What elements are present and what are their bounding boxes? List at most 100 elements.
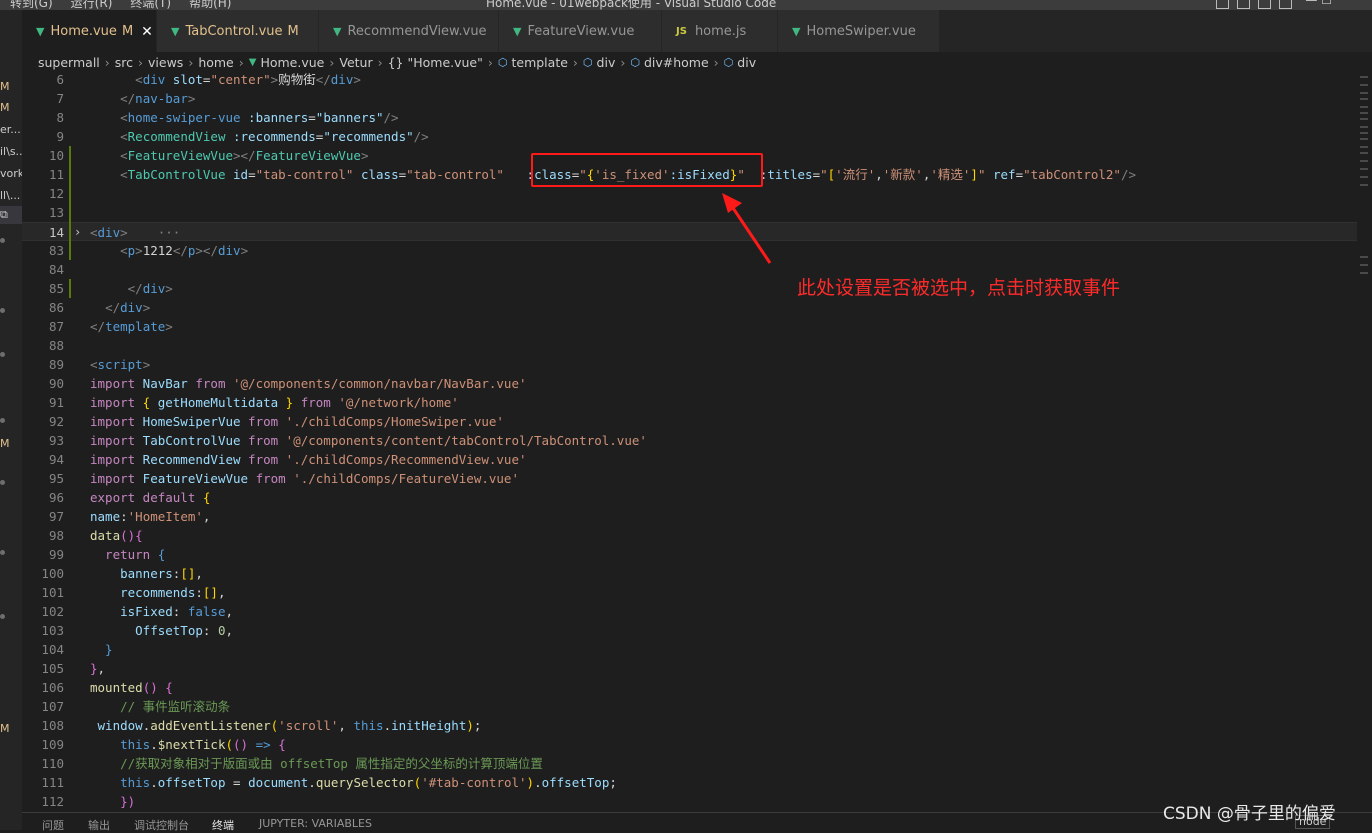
code-line[interactable]: 112 }) bbox=[22, 792, 1357, 811]
code-line[interactable]: 103 OffsetTop: 0, bbox=[22, 621, 1357, 640]
code-line[interactable]: 13 bbox=[22, 203, 1357, 222]
code-line[interactable]: 100 banners:[], bbox=[22, 564, 1357, 583]
line-number: 111 bbox=[41, 775, 64, 790]
breadcrumb-item[interactable]: {} "Home.vue" bbox=[388, 55, 483, 70]
panel-tab-jupyter-variables[interactable]: JUPYTER: VARIABLES bbox=[259, 817, 372, 830]
panel-tab-debug-console[interactable]: 调试控制台 bbox=[134, 817, 189, 833]
explorer-item-fragment[interactable]: M bbox=[0, 80, 10, 93]
code-token: < bbox=[120, 148, 128, 163]
explorer-item-fragment[interactable]: er... bbox=[0, 123, 21, 136]
code-token: :banners bbox=[240, 110, 309, 125]
breadcrumb-item[interactable]: home bbox=[198, 55, 233, 70]
tab-home-vue[interactable]: ▼ Home.vue M ✕ bbox=[22, 10, 157, 52]
code-token: < bbox=[135, 72, 143, 87]
code-line[interactable]: 105}, bbox=[22, 659, 1357, 678]
toggle-sidebar-icon[interactable] bbox=[1216, 0, 1229, 9]
line-number: 87 bbox=[48, 319, 64, 334]
tab-recommendview-vue[interactable]: ▼ RecommendView.vue bbox=[319, 10, 499, 52]
line-number: 11 bbox=[48, 167, 64, 182]
line-number: 86 bbox=[48, 300, 64, 315]
customize-layout-icon[interactable] bbox=[1279, 0, 1292, 9]
tab-homeswiper-vue[interactable]: ▼ HomeSwiper.vue bbox=[778, 10, 940, 52]
code-line[interactable]: 8 <home-swiper-vue :banners="banners"/> bbox=[22, 108, 1357, 127]
menu-help[interactable]: 帮助(H) bbox=[189, 0, 231, 10]
panel-tab-problems[interactable]: 问题 bbox=[42, 817, 64, 833]
close-icon[interactable]: ✕ bbox=[141, 24, 153, 40]
code-token: /> bbox=[1120, 167, 1137, 182]
tab-tabcontrol-vue[interactable]: ▼ TabControl.vue M bbox=[157, 10, 319, 52]
code-line[interactable]: 111 this.offsetTop = document.querySelec… bbox=[22, 773, 1357, 792]
breadcrumb-item[interactable]: div bbox=[597, 55, 616, 70]
explorer-item-fragment[interactable]: M bbox=[0, 101, 10, 114]
tab-featureview-vue[interactable]: ▼ FeatureView.vue bbox=[499, 10, 662, 52]
code-line[interactable]: 87 </template> bbox=[22, 317, 1357, 336]
code-line[interactable]: 93 import TabControlVue from '@/component… bbox=[22, 431, 1357, 450]
code-line[interactable]: 95 import FeatureViewVue from './childCom… bbox=[22, 469, 1357, 488]
code-content: this.$nextTick(() => { bbox=[90, 735, 286, 754]
code-line[interactable]: 83 <p>1212</p></div> bbox=[22, 241, 1357, 260]
code-content: </nav-bar> bbox=[90, 89, 195, 108]
code-token: addEventListener bbox=[150, 718, 271, 733]
code-line[interactable]: 94 import RecommendView from './childComp… bbox=[22, 450, 1357, 469]
code-line[interactable]: 108 window.addEventListener('scroll', th… bbox=[22, 716, 1357, 735]
code-token: mounted bbox=[90, 680, 143, 695]
code-line[interactable]: 96 export default { bbox=[22, 488, 1357, 507]
breadcrumb-item[interactable]: supermall bbox=[38, 55, 100, 70]
code-line[interactable]: 92 import HomeSwiperVue from './childComp… bbox=[22, 412, 1357, 431]
code-content: return { bbox=[90, 545, 165, 564]
menu-terminal[interactable]: 终端(T) bbox=[130, 0, 171, 10]
explorer-item-fragment[interactable]: M bbox=[0, 722, 10, 735]
code-line[interactable]: 7 </nav-bar> bbox=[22, 89, 1357, 108]
panel-tab-output[interactable]: 输出 bbox=[88, 817, 110, 833]
code-line[interactable]: 90 import NavBar from '@/components/commo… bbox=[22, 374, 1357, 393]
code-content: recommends:[], bbox=[90, 583, 225, 602]
code-line[interactable]: 6 <div slot="center">购物街</div> bbox=[22, 72, 1357, 89]
code-line[interactable]: 9 <RecommendView :recommends="recommends… bbox=[22, 127, 1357, 146]
code-token: this bbox=[90, 737, 151, 752]
line-number: 97 bbox=[48, 509, 64, 524]
collapse-all-icon[interactable]: ⧉ bbox=[0, 208, 8, 222]
code-line[interactable]: 91 import { getHomeMultidata } from '@/ne… bbox=[22, 393, 1357, 412]
explorer-item-fragment[interactable]: il\s... bbox=[0, 145, 22, 158]
explorer-item-fragment[interactable]: M bbox=[0, 437, 10, 450]
code-line[interactable]: 110 //获取对象相对于版面或由 offsetTop 属性指定的父坐标的计算顶… bbox=[22, 754, 1357, 773]
explorer-item-fragment[interactable]: ll\... bbox=[0, 189, 20, 202]
code-content: } bbox=[90, 640, 113, 659]
toggle-secondary-sidebar-icon[interactable] bbox=[1258, 0, 1271, 9]
code-line[interactable]: 109 this.$nextTick(() => { bbox=[22, 735, 1357, 754]
code-token: { bbox=[135, 395, 158, 410]
code-token: name bbox=[90, 509, 121, 524]
code-line[interactable]: 84 bbox=[22, 260, 1357, 279]
breadcrumb-item[interactable]: div bbox=[737, 55, 756, 70]
code-line[interactable]: 104 } bbox=[22, 640, 1357, 659]
breadcrumb-item[interactable]: src bbox=[115, 55, 133, 70]
code-line[interactable]: 101 recommends:[], bbox=[22, 583, 1357, 602]
tab-home-js[interactable]: JS home.js bbox=[662, 10, 778, 52]
code-line[interactable]: 102 isFixed: false, bbox=[22, 602, 1357, 621]
breadcrumb-item[interactable]: Home.vue bbox=[260, 55, 324, 70]
toggle-panel-icon[interactable] bbox=[1237, 0, 1250, 9]
code-line[interactable]: 106 mounted() { bbox=[22, 678, 1357, 697]
code-line[interactable]: 107 // 事件监听滚动条 bbox=[22, 697, 1357, 716]
explorer-item-fragment[interactable]: vork bbox=[0, 167, 22, 180]
code-line[interactable]: 89 <script> bbox=[22, 355, 1357, 374]
panel-tab-terminal[interactable]: 终端 bbox=[212, 817, 234, 833]
menu-goto[interactable]: 转到(G) bbox=[10, 0, 53, 10]
menu-run[interactable]: 运行(R) bbox=[71, 0, 113, 10]
window-controls[interactable]: — ☐ bbox=[1305, 0, 1332, 7]
breadcrumb-item[interactable]: views bbox=[148, 55, 183, 70]
breadcrumb-item[interactable]: template bbox=[511, 55, 567, 70]
breadcrumb-item[interactable]: div#home bbox=[644, 55, 709, 70]
minimap[interactable] bbox=[1357, 72, 1372, 812]
code-line[interactable]: 85 </div> bbox=[22, 279, 1357, 298]
code-token: "recommends" bbox=[323, 129, 414, 144]
breadcrumb-item[interactable]: Vetur bbox=[339, 55, 372, 70]
code-line[interactable]: 86 </div> bbox=[22, 298, 1357, 317]
code-line[interactable]: 14 › <div> ··· bbox=[22, 222, 1357, 241]
code-line[interactable]: 88 bbox=[22, 336, 1357, 355]
fold-chevron-icon[interactable]: › bbox=[74, 223, 81, 242]
line-number: 106 bbox=[41, 680, 64, 695]
code-line[interactable]: 97 name:'HomeItem', bbox=[22, 507, 1357, 526]
code-line[interactable]: 98 data(){ bbox=[22, 526, 1357, 545]
code-line[interactable]: 99 return { bbox=[22, 545, 1357, 564]
